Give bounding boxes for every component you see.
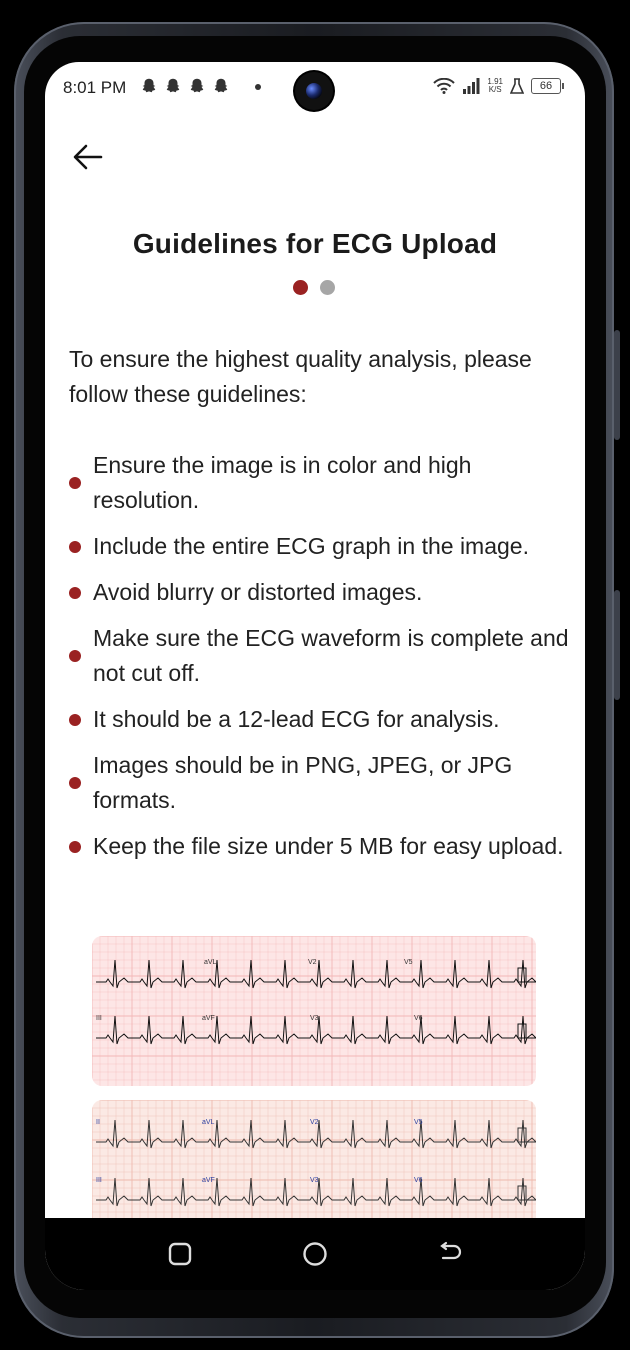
ecg-waveform-2: II aVL V2 V5 III aVF V3 V6 <box>92 1100 536 1230</box>
guideline-list: Ensure the image is in color and high re… <box>69 448 569 875</box>
battery-indicator: 66 <box>531 78 564 94</box>
snapchat-icon <box>214 78 228 93</box>
intro-text: To ensure the highest quality analysis, … <box>69 346 532 407</box>
guideline-text: Ensure the image is in color and high re… <box>93 452 472 513</box>
ecg-lead-label: V6 <box>414 1177 423 1184</box>
ecg-example-image-2: II aVL V2 V5 III aVF V3 V6 <box>92 1100 536 1230</box>
bullet-dot <box>69 777 81 789</box>
ecg-lead-label: aVF <box>202 1015 215 1022</box>
guideline-text: Keep the file size under 5 MB for easy u… <box>93 833 564 859</box>
notification-icons <box>140 77 230 95</box>
front-camera <box>295 72 333 110</box>
guideline-item: Make sure the ECG waveform is complete a… <box>69 621 569 691</box>
more-notifications-dot <box>255 84 261 90</box>
page-title: Guidelines for ECG Upload <box>132 228 498 259</box>
ecg-lead-label: V2 <box>308 959 317 966</box>
guideline-text: It should be a 12-lead ECG for analysis. <box>93 706 500 732</box>
bullet-dot <box>69 477 81 489</box>
guideline-text: Avoid blurry or distorted images. <box>93 579 423 605</box>
guideline-item: Ensure the image is in color and high re… <box>69 448 569 518</box>
ecg-lead-label: V2 <box>310 1119 319 1126</box>
bullet-dot <box>69 840 81 853</box>
status-time: 8:01 PM <box>63 78 127 97</box>
guideline-item: It should be a 12-lead ECG for analysis. <box>69 702 569 737</box>
page-dot-inactive[interactable] <box>320 280 335 295</box>
ecg-lead-label: V3 <box>310 1015 319 1022</box>
network-speed: 1.91 K/S <box>487 78 503 94</box>
guideline-text: Include the entire ECG graph in the imag… <box>93 533 529 559</box>
ecg-lead-label: V5 <box>404 959 413 966</box>
bullet-dot <box>69 540 81 553</box>
ecg-lead-label: V5 <box>414 1119 423 1126</box>
ecg-lead-label: aVL <box>202 1119 215 1126</box>
flask-icon <box>510 78 524 94</box>
guideline-item: Images should be in PNG, JPEG, or JPG fo… <box>69 748 569 818</box>
wifi-icon <box>433 78 456 94</box>
snapchat-icon <box>166 78 180 93</box>
ecg-lead-label: III <box>96 1177 102 1184</box>
system-nav-bar <box>45 1218 585 1290</box>
guideline-text: Make sure the ECG waveform is complete a… <box>93 625 569 686</box>
ecg-lead-label: III <box>96 1015 102 1022</box>
snapchat-icon <box>142 78 156 93</box>
status-bar: 8:01 PM 1.91 K/S 66 <box>45 62 585 114</box>
bullet-dot <box>69 586 81 599</box>
page-indicator <box>293 280 335 295</box>
network-speed-unit: K/S <box>488 85 502 94</box>
ecg-lead-label: V3 <box>310 1177 319 1184</box>
ecg-lead-label: V6 <box>414 1015 423 1022</box>
guideline-item: Include the entire ECG graph in the imag… <box>69 529 569 564</box>
snapchat-icon <box>190 78 204 93</box>
guideline-item: Keep the file size under 5 MB for easy u… <box>69 829 569 864</box>
power-button <box>614 590 620 700</box>
nav-back-icon[interactable] <box>432 1236 468 1272</box>
guideline-text: Images should be in PNG, JPEG, or JPG fo… <box>93 752 513 813</box>
bullet-dot <box>69 650 81 662</box>
bullet-dot <box>69 713 81 726</box>
ecg-lead-label: II <box>96 1119 100 1126</box>
back-arrow-button[interactable] <box>71 140 105 174</box>
home-icon[interactable] <box>297 1236 333 1272</box>
ecg-lead-label: aVL <box>204 959 217 966</box>
guideline-item: Avoid blurry or distorted images. <box>69 575 569 610</box>
volume-button <box>614 330 620 440</box>
page-dot-active[interactable] <box>293 280 308 295</box>
signal-icon <box>463 78 480 94</box>
ecg-lead-label: aVF <box>202 1177 215 1184</box>
app-screen: 8:01 PM 1.91 K/S 66 Guidelines for ECG U… <box>45 62 585 1290</box>
status-right-icons: 1.91 K/S 66 <box>433 78 564 94</box>
ecg-example-image-1: aVL V2 V5 III aVF V3 V6 <box>92 936 536 1086</box>
recent-apps-icon[interactable] <box>162 1236 198 1272</box>
ecg-waveform-1: aVL V2 V5 III aVF V3 V6 <box>92 936 536 1086</box>
